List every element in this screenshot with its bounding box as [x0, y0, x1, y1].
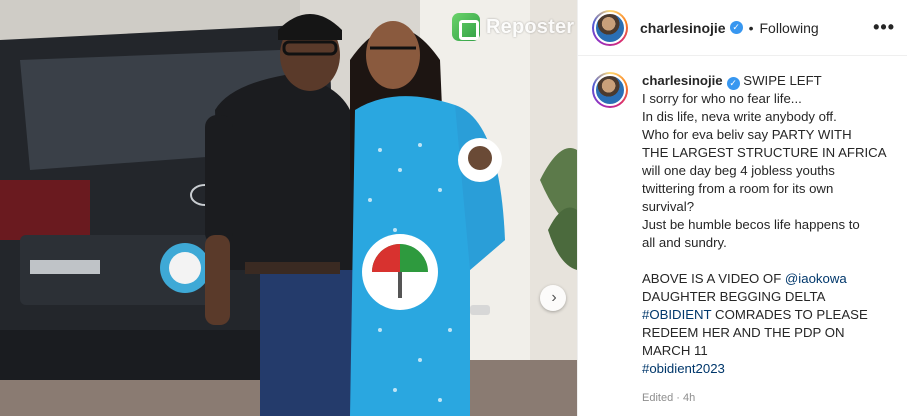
header-separator: • — [748, 19, 754, 36]
car-badge-plate — [30, 260, 100, 274]
caption-username[interactable]: charlesinojie — [642, 73, 723, 88]
caption-line: THE LARGEST STRUCTURE IN AFRICA — [642, 145, 887, 160]
post-side-panel: charlesinojie ✓ • Following ••• charlesi… — [577, 0, 907, 416]
caption-line: all and sundry. — [642, 235, 727, 250]
caption-line: DAUGHTER BEGGING DELTA — [642, 289, 826, 304]
post-photo — [0, 0, 577, 416]
caption-line: ABOVE IS A VIDEO OF @iaokowa — [642, 270, 898, 288]
caption-line: In dis life, neva write anybody off. — [642, 109, 837, 124]
caption-line: Just be humble becos life happens to — [642, 217, 860, 232]
hashtag-link[interactable]: #obidient2023 — [642, 360, 898, 378]
caption-line: MARCH 11 — [642, 343, 708, 358]
following-button[interactable]: Following — [760, 20, 819, 36]
post-header: charlesinojie ✓ • Following ••• — [578, 0, 907, 56]
caption-first-line: charlesinojie ✓ SWIPE LEFT — [642, 72, 898, 90]
caption-line: twittering from a room for its own — [642, 181, 834, 196]
verified-badge-icon: ✓ — [729, 21, 743, 34]
caption-line: #OBIDIENT COMRADES TO PLEASE — [642, 306, 898, 324]
reposter-logo-icon — [452, 13, 480, 41]
caption-line: I sorry for who no fear life... — [642, 91, 802, 106]
hashtag-link[interactable]: #OBIDIENT — [642, 307, 711, 322]
mention-link[interactable]: @iaokowa — [785, 271, 847, 286]
caption-text: ABOVE IS A VIDEO OF — [642, 271, 785, 286]
watermark-text: Reposter — [486, 15, 575, 38]
caption-avatar[interactable] — [592, 72, 628, 108]
caption-line: survival? — [642, 199, 695, 214]
chevron-right-icon: › — [551, 289, 557, 306]
caption-line: REDEEM HER AND THE PDP ON — [642, 325, 845, 340]
more-options-icon[interactable]: ••• — [873, 17, 895, 38]
post-caption: charlesinojie ✓ SWIPE LEFT I sorry for wh… — [592, 72, 898, 407]
carousel-next-button[interactable]: › — [540, 285, 566, 311]
avatar-image — [594, 11, 626, 44]
post-media[interactable]: Reposter › — [0, 0, 577, 416]
avatar-image — [594, 74, 626, 106]
avatar[interactable] — [592, 9, 628, 46]
caption-line: Who for eva beliv say PARTY WITH — [642, 127, 852, 142]
caption-swipe-text: SWIPE LEFT — [739, 73, 822, 88]
caption-text: COMRADES TO PLEASE — [711, 307, 868, 322]
post-timestamp[interactable]: Edited · 4h — [642, 389, 898, 407]
header-username[interactable]: charlesinojie — [640, 20, 726, 36]
caption-body: charlesinojie ✓ SWIPE LEFT I sorry for wh… — [642, 72, 898, 407]
caption-line: will one day beg 4 jobless youths — [642, 163, 835, 178]
reposter-watermark: Reposter — [452, 12, 574, 42]
caption-paragraph-gap — [642, 252, 898, 270]
verified-badge-icon: ✓ — [726, 77, 740, 90]
